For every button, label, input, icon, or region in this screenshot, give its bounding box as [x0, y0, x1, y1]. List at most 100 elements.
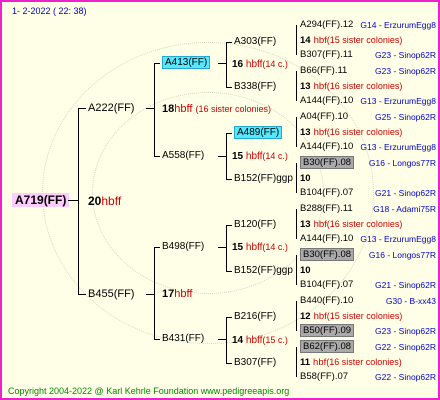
connector: [154, 63, 155, 156]
connector: [154, 339, 160, 340]
connector: [296, 255, 297, 285]
gen4-node-b120[interactable]: B120(FF): [234, 219, 276, 231]
gen5-node[interactable]: B50(FF).09: [300, 324, 355, 337]
root-node[interactable]: A719(FF): [12, 193, 70, 207]
gen4-node-b152-b[interactable]: B152(FF)ggp: [234, 265, 293, 277]
gen5-node[interactable]: B58(FF).07: [300, 371, 348, 383]
gen5-stats: 13 hbf(16 sister colonies): [300, 127, 403, 138]
gen5-node[interactable]: B30(FF).08: [300, 248, 355, 261]
connector: [154, 247, 160, 248]
gen5-node[interactable]: A144(FF).10: [300, 233, 353, 245]
gen4-node-b338[interactable]: B338(FF): [234, 81, 276, 93]
gen2-stats-b455: 17hbff: [162, 288, 193, 300]
gen5-info: G21 - Sinop62R: [375, 188, 436, 198]
gen5-stats: 13 hbf(16 sister colonies): [300, 219, 403, 230]
connector: [296, 25, 297, 55]
connector: [226, 179, 232, 180]
gen5-info: G25 - Sinop62R: [375, 112, 436, 122]
connector: [296, 163, 297, 193]
gen5-info: G30 - B-xx43: [385, 296, 436, 306]
gen3-stats-b498: 15 hbff(14 c.): [232, 242, 288, 253]
gen3-node-a558[interactable]: A558(FF): [162, 150, 204, 162]
connector: [226, 87, 232, 88]
connector: [154, 247, 155, 339]
connector: [78, 294, 86, 295]
gen5-info: G23 - Sinop62R: [375, 50, 436, 60]
connector: [226, 317, 232, 318]
gen5-info: G22 - Sinop62R: [375, 342, 436, 352]
gen5-stats: 14 hbf(15 sister colonies): [300, 35, 403, 46]
gen4-node-b216[interactable]: B216(FF): [234, 311, 276, 323]
gen5-info: G23 - Sinop62R: [375, 326, 436, 336]
gen5-stats: 10: [300, 265, 311, 276]
gen5-node[interactable]: B104(FF).07: [300, 279, 353, 291]
connector: [218, 156, 226, 157]
gen5-node[interactable]: B440(FF).10: [300, 295, 353, 307]
gen3-node-b431[interactable]: B431(FF): [162, 333, 204, 345]
gen5-info: G18 - Adami75R: [373, 204, 436, 214]
gen4-node-b307[interactable]: B307(FF): [234, 357, 276, 369]
pedigree-frame: 1- 2-2022 ( 22: 38) A719(FF) 20hbff A222…: [0, 0, 440, 400]
gen5-info: G13 - ErzurumEgg8: [360, 96, 436, 106]
connector: [146, 108, 154, 109]
connector: [218, 339, 226, 340]
root-stats: 20hbff: [88, 194, 122, 208]
gen5-info: G13 - ErzurumEgg8: [360, 234, 436, 244]
background-watermark-inner: [92, 92, 324, 294]
connector: [154, 156, 160, 157]
connector: [226, 133, 227, 179]
gen3-node-a413[interactable]: A413(FF): [162, 56, 211, 69]
gen2-node-b455[interactable]: B455(FF): [88, 288, 134, 300]
connector: [226, 42, 232, 43]
gen5-info: G13 - ErzurumEgg8: [360, 142, 436, 152]
connector: [226, 225, 232, 226]
date-header: 1- 2-2022 ( 22: 38): [12, 6, 87, 16]
connector: [78, 108, 86, 109]
gen5-info: G16 - Longos77R: [368, 250, 436, 260]
gen5-stats: 11 hbf(16 sister colonies): [300, 357, 402, 368]
gen2-stats-a222: 18hbff (16 sister colonies): [162, 103, 271, 115]
connector: [226, 363, 232, 364]
connector: [226, 133, 232, 134]
gen4-node-a303[interactable]: A303(FF): [234, 36, 276, 48]
connector: [78, 108, 79, 295]
connector: [154, 63, 160, 64]
connector: [146, 294, 154, 295]
connector: [218, 63, 226, 64]
gen5-node[interactable]: B288(FF).11: [300, 203, 353, 215]
connector: [226, 42, 227, 87]
gen5-stats: 13 hbf(16 sister colonies): [300, 81, 403, 92]
gen3-stats-b431: 14 hbff(15 c.): [232, 335, 288, 346]
connector: [296, 71, 297, 101]
gen2-node-a222[interactable]: A222(FF): [88, 102, 134, 114]
connector: [296, 117, 297, 147]
gen5-node[interactable]: A144(FF).10: [300, 95, 353, 107]
connector: [296, 209, 297, 239]
gen5-node[interactable]: A04(FF).10: [300, 111, 348, 123]
gen5-node[interactable]: B62(FF).08: [300, 340, 355, 353]
gen5-node[interactable]: A294(FF).12: [300, 19, 353, 31]
gen5-node[interactable]: B104(FF).07: [300, 187, 353, 199]
gen4-node-b152-a[interactable]: B152(FF)ggp: [234, 173, 293, 185]
gen5-node[interactable]: B307(FF).11: [300, 49, 353, 61]
connector: [218, 247, 226, 248]
gen5-info: G23 - Sinop62R: [375, 66, 436, 76]
gen5-stats: 10: [300, 173, 311, 184]
gen5-node[interactable]: B30(FF).08: [300, 156, 355, 169]
connector: [68, 200, 78, 201]
gen5-stats: 12 hbf(15 sister colonies): [300, 311, 403, 322]
gen3-stats-a558: 15 hbff(14 c.): [232, 151, 288, 162]
connector: [226, 271, 232, 272]
connector: [296, 347, 297, 377]
connector: [226, 317, 227, 363]
connector: [296, 301, 297, 331]
gen5-node[interactable]: A144(FF).10: [300, 141, 353, 153]
gen5-info: G22 - Sinop62R: [375, 372, 436, 382]
gen4-node-a489[interactable]: A489(FF): [234, 126, 283, 139]
root-name: A719(FF): [12, 193, 70, 207]
connector: [226, 225, 227, 271]
gen5-node[interactable]: B66(FF).11: [300, 65, 347, 77]
gen3-node-b498[interactable]: B498(FF): [162, 241, 204, 253]
gen3-stats-a413: 16 hbff(14 c.): [232, 59, 288, 70]
gen5-info: G21 - Sinop62R: [375, 280, 436, 290]
